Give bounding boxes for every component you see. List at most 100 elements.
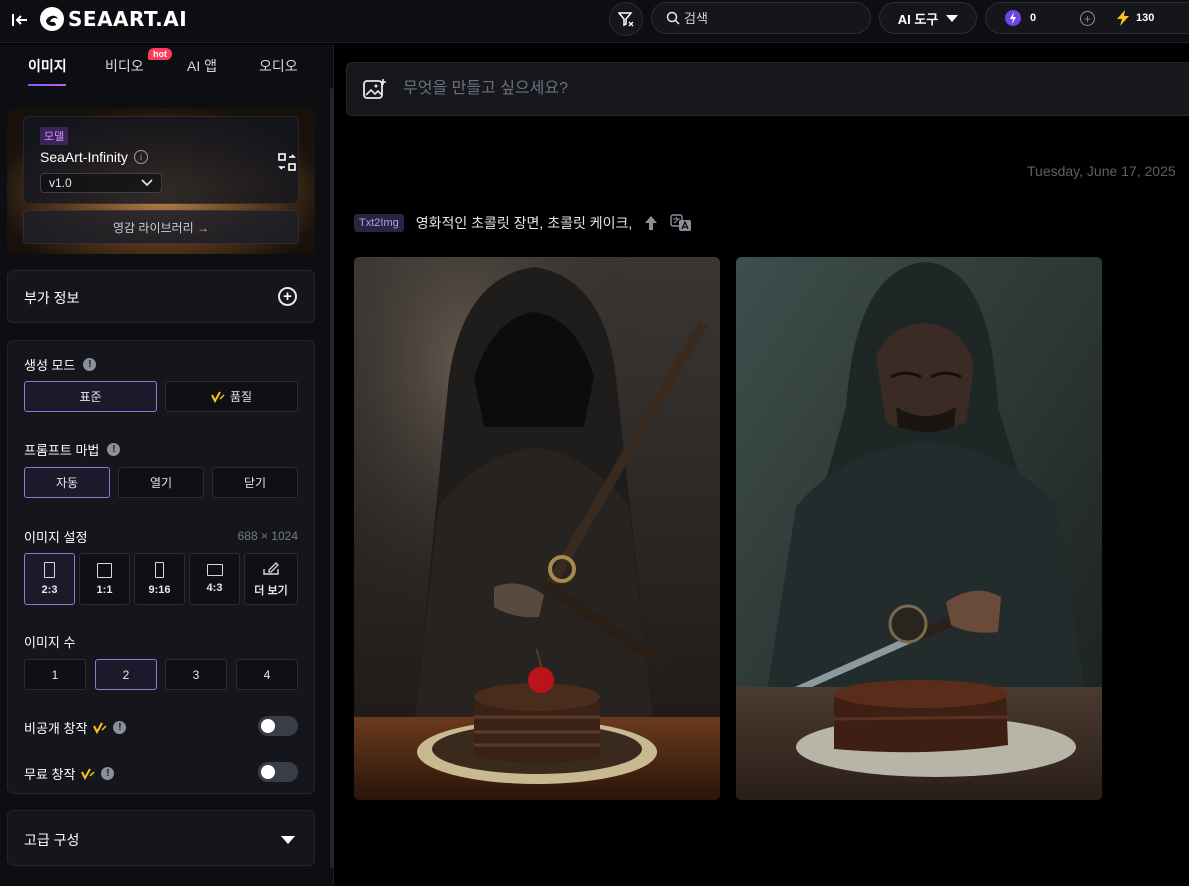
- private-creation-toggle[interactable]: [258, 716, 298, 736]
- generation-settings-panel: 생성 모드 ! 표준 품질 프롬프트 마법 ! 자동 열기 닫기 이미지 설정 …: [7, 340, 315, 794]
- prompt-input[interactable]: [403, 80, 1003, 98]
- ratio-more-button[interactable]: 더 보기: [244, 553, 298, 605]
- search-input[interactable]: [684, 10, 864, 26]
- add-credit-button[interactable]: +: [1080, 11, 1095, 26]
- logo[interactable]: SEAART.AI: [40, 6, 187, 32]
- swap-model-icon[interactable]: [278, 153, 296, 171]
- tab-audio[interactable]: 오디오: [259, 56, 298, 76]
- extra-info-panel[interactable]: 부가 정보 +: [7, 270, 315, 323]
- generated-image[interactable]: [736, 257, 1102, 800]
- ratio-more-label: 더 보기: [254, 585, 288, 597]
- add-circle-icon[interactable]: +: [278, 287, 297, 306]
- generated-image[interactable]: [354, 257, 720, 800]
- translate-icon[interactable]: [670, 214, 692, 232]
- ratio-2-3-button[interactable]: 2:3: [24, 553, 75, 605]
- tab-image[interactable]: 이미지: [28, 56, 67, 76]
- premium-pen-icon: [93, 722, 107, 734]
- ratio-1-1-label: 1:1: [96, 583, 113, 596]
- image-count-2-button[interactable]: 2: [95, 659, 157, 690]
- energy-credit-value: 0: [1030, 12, 1037, 24]
- help-icon[interactable]: !: [101, 767, 115, 780]
- help-icon[interactable]: !: [83, 358, 97, 371]
- inspiration-library-label: 영감 라이브러리 →: [113, 220, 209, 235]
- ratio-4-3-button[interactable]: 4:3: [189, 553, 240, 605]
- mode-quality-label: 품질: [229, 390, 253, 404]
- advanced-config-panel[interactable]: 고급 구성: [7, 810, 315, 866]
- chevron-down-icon: [141, 179, 153, 187]
- sidebar-scrollbar[interactable]: [330, 88, 334, 868]
- chevron-down-icon: [946, 14, 959, 22]
- private-creation-row: 비공개 창작 !: [24, 716, 298, 736]
- mode-quality-button[interactable]: 품질: [165, 381, 298, 412]
- image-count-4-button[interactable]: 4: [236, 659, 298, 690]
- mode-standard-button[interactable]: 표준: [24, 381, 157, 412]
- premium-pen-icon: [81, 768, 95, 780]
- help-icon[interactable]: !: [113, 721, 127, 734]
- credits-display: 0 + 130: [985, 2, 1189, 34]
- ratio-4-3-label: 4:3: [206, 582, 223, 594]
- prompt-magic-close-label: 닫기: [243, 476, 267, 490]
- stamina-credit-value: 130: [1136, 12, 1155, 24]
- logo-text: SEAART.AI: [68, 7, 188, 31]
- model-name: SeaArt-Infinity i: [40, 149, 148, 165]
- energy-credit[interactable]: 0: [1004, 9, 1036, 27]
- model-version-select[interactable]: v1.0: [40, 173, 162, 193]
- image-count-3-label: 3: [192, 667, 200, 682]
- energy-orb-icon: [1005, 10, 1021, 26]
- ratio-2-3-label: 2:3: [41, 584, 58, 596]
- model-selector[interactable]: 모델 SeaArt-Infinity i v1.0: [23, 116, 299, 204]
- top-bar: SEAART.AI AI 도구 0 + 130: [0, 0, 1189, 43]
- private-creation-label: 비공개 창작 !: [24, 718, 127, 737]
- prompt-magic-close-button[interactable]: 닫기: [212, 467, 298, 498]
- image-count-title: 이미지 수: [24, 632, 75, 651]
- prompt-magic-auto-button[interactable]: 자동: [24, 467, 110, 498]
- prompt-magic-auto-label: 자동: [55, 476, 79, 490]
- image-count-label: 이미지 수: [24, 635, 76, 650]
- arrow-up-icon[interactable]: [644, 215, 658, 231]
- filter-icon: [618, 12, 634, 27]
- model-version-value: v1.0: [49, 176, 72, 190]
- advanced-config-title: 고급 구성: [24, 832, 80, 848]
- ratio-1-1-button[interactable]: 1:1: [79, 553, 130, 605]
- caret-down-icon: [281, 836, 295, 844]
- task-prompt-text: 영화적인 초콜릿 장면, 초콜릿 케이크,: [415, 215, 633, 231]
- logo-icon: [40, 7, 64, 31]
- premium-pen-icon: [211, 391, 225, 403]
- task-type-badge: Txt2Img: [354, 214, 404, 232]
- ai-tools-dropdown[interactable]: AI 도구: [879, 2, 977, 34]
- model-name-text: SeaArt-Infinity: [40, 149, 128, 165]
- generation-mode-label: 생성 모드: [24, 358, 76, 373]
- prompt-bar[interactable]: [346, 62, 1189, 116]
- search-box[interactable]: [651, 2, 871, 34]
- tab-video[interactable]: 비디오: [105, 56, 144, 76]
- ratio-9-16-button[interactable]: 9:16: [134, 553, 185, 605]
- prompt-magic-open-button[interactable]: 열기: [118, 467, 204, 498]
- add-image-icon[interactable]: [363, 78, 387, 100]
- image-settings-label: 이미지 설정: [24, 530, 88, 545]
- filter-button[interactable]: [609, 2, 643, 36]
- prompt-magic-label: 프롬프트 마법: [24, 443, 100, 458]
- landscape-ratio-icon: [206, 564, 223, 576]
- media-tabs: 이미지 비디오 hot AI 앱 오디오: [0, 44, 320, 87]
- tab-ai-app[interactable]: AI 앱: [187, 56, 217, 76]
- image-count-1-button[interactable]: 1: [24, 659, 86, 690]
- image-count-3-button[interactable]: 3: [165, 659, 227, 690]
- lightning-icon: [1117, 10, 1129, 26]
- toggle-knob: [261, 719, 275, 733]
- toggle-knob: [261, 765, 275, 779]
- stamina-credit[interactable]: 130: [1116, 10, 1154, 26]
- collapse-sidebar-icon[interactable]: [10, 10, 30, 30]
- main-area: Tuesday, June 17, 2025 Txt2Img 영화적인 초콜릿 …: [335, 44, 1189, 886]
- search-icon: [666, 11, 680, 25]
- prompt-magic-open-label: 열기: [149, 476, 173, 490]
- date-label: Tuesday, June 17, 2025: [1027, 163, 1176, 179]
- inspiration-library-button[interactable]: 영감 라이브러리 →: [23, 210, 299, 244]
- free-creation-toggle[interactable]: [258, 762, 298, 782]
- help-icon[interactable]: !: [107, 443, 121, 456]
- mode-standard-label: 표준: [79, 390, 102, 404]
- tall-ratio-icon: [155, 562, 164, 578]
- image-count-1-label: 1: [51, 667, 59, 682]
- info-icon[interactable]: i: [133, 150, 148, 164]
- portrait-ratio-icon: [44, 562, 55, 578]
- custom-size-icon: [263, 562, 279, 575]
